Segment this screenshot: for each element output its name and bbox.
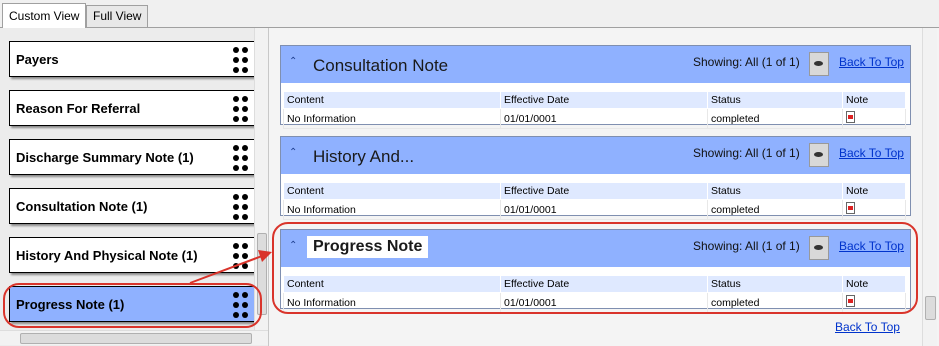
view-tabs: Custom View Full View — [0, 0, 939, 28]
scrollbar-thumb[interactable] — [925, 296, 936, 320]
column-header[interactable]: Effective Date — [500, 182, 708, 200]
scrollbar-thumb[interactable] — [257, 233, 267, 315]
sidebar-item-discharge-summary-note[interactable]: Discharge Summary Note (1) — [9, 139, 259, 175]
section-header: ⌃ Progress Note Showing: All (1 of 1) Ba… — [281, 230, 910, 267]
section-consultation-note: ⌃ Consultation Note Showing: All (1 of 1… — [280, 45, 911, 129]
tab-custom-view[interactable]: Custom View — [2, 3, 87, 28]
column-header[interactable]: Content — [283, 91, 501, 109]
column-header[interactable]: Status — [707, 91, 843, 109]
section-table: Content Effective Date Status Note No In… — [283, 275, 906, 313]
scrollbar-thumb[interactable] — [20, 333, 252, 344]
section-table: Content Effective Date Status Note No In… — [283, 91, 906, 129]
cell-content: No Information — [283, 199, 501, 220]
column-header[interactable]: Effective Date — [500, 275, 708, 293]
view-icon[interactable] — [809, 52, 829, 76]
note-icon[interactable] — [846, 295, 855, 307]
cell-status: completed — [707, 199, 843, 220]
cell-effective-date: 01/01/0001 — [500, 199, 708, 220]
table-row[interactable]: No Information 01/01/0001 completed — [283, 292, 906, 313]
sidebar-item-reason-for-referral[interactable]: Reason For Referral — [9, 90, 259, 126]
column-header[interactable]: Note — [842, 91, 906, 109]
sidebar-item-progress-note[interactable]: Progress Note (1) — [9, 286, 259, 322]
column-header[interactable]: Note — [842, 182, 906, 200]
drag-handle-icon[interactable] — [233, 243, 250, 269]
drag-handle-icon[interactable] — [233, 47, 250, 73]
sidebar-item-label: Payers — [16, 52, 59, 67]
tab-full-view[interactable]: Full View — [86, 5, 149, 27]
section-title: History And... — [313, 147, 415, 166]
section-progress-note: ⌃ Progress Note Showing: All (1 of 1) Ba… — [280, 229, 911, 313]
view-icon[interactable] — [809, 143, 829, 167]
cell-effective-date: 01/01/0001 — [500, 292, 708, 313]
note-icon[interactable] — [846, 111, 855, 123]
collapse-chevron-icon[interactable]: ⌃ — [289, 147, 297, 158]
cell-content: No Information — [283, 108, 501, 129]
collapse-chevron-icon[interactable]: ⌃ — [289, 56, 297, 67]
cell-status: completed — [707, 292, 843, 313]
column-header[interactable]: Content — [283, 275, 501, 293]
column-header[interactable]: Status — [707, 182, 843, 200]
sidebar: Payers Reason For Referral Discharge Sum… — [0, 28, 269, 346]
showing-count: Showing: All (1 of 1) — [693, 146, 800, 160]
sidebar-item-label: Discharge Summary Note (1) — [16, 150, 194, 165]
showing-count: Showing: All (1 of 1) — [693, 239, 800, 253]
section-title: Consultation Note — [313, 56, 449, 75]
sidebar-item-label: Progress Note (1) — [16, 297, 125, 312]
main-content: ⌃ Consultation Note Showing: All (1 of 1… — [269, 28, 939, 346]
showing-count: Showing: All (1 of 1) — [693, 55, 800, 69]
drag-handle-icon[interactable] — [233, 194, 250, 220]
back-to-top-link[interactable]: Back To Top — [839, 239, 904, 253]
sidebar-item-consultation-note[interactable]: Consultation Note (1) — [9, 188, 259, 224]
drag-handle-icon[interactable] — [233, 292, 250, 318]
drag-handle-icon[interactable] — [233, 145, 250, 171]
back-to-top-link[interactable]: Back To Top — [839, 146, 904, 160]
view-icon[interactable] — [809, 236, 829, 260]
column-header[interactable]: Status — [707, 275, 843, 293]
sidebar-vertical-scrollbar[interactable] — [254, 28, 268, 330]
drag-handle-icon[interactable] — [233, 96, 250, 122]
section-history-and-physical: ⌃ History And... Showing: All (1 of 1) B… — [280, 136, 911, 220]
note-icon[interactable] — [846, 202, 855, 214]
back-to-top-link-bottom[interactable]: Back To Top — [835, 320, 900, 334]
table-row[interactable]: No Information 01/01/0001 completed — [283, 199, 906, 220]
table-row[interactable]: No Information 01/01/0001 completed — [283, 108, 906, 129]
sidebar-horizontal-scrollbar[interactable] — [0, 330, 268, 345]
section-title: Progress Note — [307, 236, 429, 258]
section-header: ⌃ History And... Showing: All (1 of 1) B… — [281, 137, 910, 174]
back-to-top-link[interactable]: Back To Top — [839, 55, 904, 69]
cell-status: completed — [707, 108, 843, 129]
sidebar-item-label: History And Physical Note (1) — [16, 248, 198, 263]
sidebar-item-label: Reason For Referral — [16, 101, 141, 116]
section-table: Content Effective Date Status Note No In… — [283, 182, 906, 220]
cell-effective-date: 01/01/0001 — [500, 108, 708, 129]
sidebar-item-label: Consultation Note (1) — [16, 199, 148, 214]
column-header[interactable]: Effective Date — [500, 91, 708, 109]
column-header[interactable]: Note — [842, 275, 906, 293]
sidebar-item-history-and-physical-note[interactable]: History And Physical Note (1) — [9, 237, 259, 273]
sidebar-item-payers[interactable]: Payers — [9, 41, 259, 77]
column-header[interactable]: Content — [283, 182, 501, 200]
cell-content: No Information — [283, 292, 501, 313]
section-header: ⌃ Consultation Note Showing: All (1 of 1… — [281, 46, 910, 83]
collapse-chevron-icon[interactable]: ⌃ — [289, 240, 297, 251]
content-vertical-scrollbar[interactable] — [922, 28, 937, 346]
